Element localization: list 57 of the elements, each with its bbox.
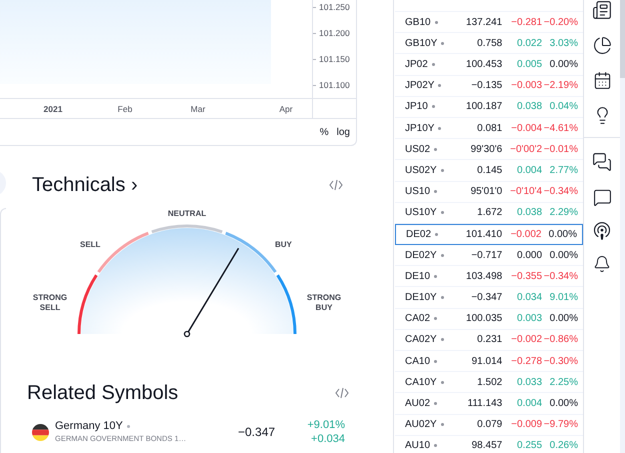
- x-axis-label: Feb: [118, 103, 132, 116]
- flag-icon: [32, 424, 49, 440]
- scrollbar[interactable]: [620, 0, 625, 453]
- strong-buy-segment: [276, 274, 296, 334]
- gauge-label: STRONG SELL: [32, 293, 68, 313]
- pie-chart-icon[interactable]: [592, 36, 612, 55]
- strong-sell-segment: [78, 274, 98, 334]
- buy-segment: [225, 232, 277, 273]
- embed-code-icon[interactable]: [335, 387, 349, 399]
- x-axis-label: Mar: [190, 103, 206, 116]
- watchlist-row[interactable]: AU02Y 0.079 −0.009 −9.79%: [395, 414, 583, 436]
- watchlist-row[interactable]: DE10 103.498 −0.355 −0.34%: [395, 266, 583, 288]
- watchlist-row[interactable]: US02 99'30'6 −0'00'2 −0.01%: [395, 139, 583, 160]
- y-axis-label: 101.250: [319, 0, 350, 14]
- watchlist-row[interactable]: JP02Y −0.135 −0.003 −2.19%: [395, 76, 583, 97]
- watchlist-row[interactable]: GB10 137.241 −0.281 −0.20%: [395, 12, 583, 34]
- watchlist-row[interactable]: CA02 100.035 0.003 0.00%: [395, 308, 583, 330]
- broadcast-icon[interactable]: [592, 221, 612, 241]
- symbol-change: +0.034: [311, 432, 345, 446]
- watchlist-row[interactable]: AU10 98.457 0.255 0.26%: [395, 436, 583, 453]
- gauge-label: STRONG BUY: [306, 293, 342, 313]
- y-axis-label: 101.100: [319, 78, 350, 92]
- watchlist-row[interactable]: US02Y 0.145 0.004 2.77%: [395, 160, 583, 182]
- symbol-last: −0.347: [238, 424, 276, 441]
- watchlist-row[interactable]: US10 95'01'0 −0'10'4 −0.34%: [395, 182, 583, 203]
- watchlist-row[interactable]: JP10 100.187 0.038 0.04%: [395, 96, 583, 118]
- symbol-change-percent: +9.01%: [307, 418, 345, 432]
- watchlist-row[interactable]: US10Y 1.672 0.038 2.29%: [395, 202, 583, 224]
- x-axis-label: Apr: [279, 103, 293, 116]
- scale-toggle[interactable]: log: [336, 124, 350, 140]
- chat-icon[interactable]: [592, 188, 612, 207]
- symbol-name[interactable]: Germany 10Y: [55, 419, 123, 433]
- watchlist-row[interactable]: DE10Y −0.347 0.034 9.01%: [395, 287, 583, 309]
- watchlist-row[interactable]: AU02 111.143 0.004 0.00%: [395, 393, 583, 415]
- technicals-title[interactable]: Technicals ›: [32, 175, 138, 195]
- y-axis-label: 101.150: [319, 52, 350, 66]
- calendar-icon[interactable]: [592, 71, 612, 90]
- related-symbols-title: Related Symbols: [27, 383, 178, 403]
- y-axis-label: 101.200: [319, 26, 350, 40]
- scale-toggle[interactable]: %: [320, 124, 329, 140]
- watchlist-row[interactable]: JP02 100.453 0.005 0.00%: [395, 54, 583, 76]
- watchlist-row[interactable]: CA02Y 0.231 −0.002 −0.86%: [395, 330, 583, 351]
- gauge-label: BUY: [275, 239, 292, 251]
- watchlist-row[interactable]: GB10Y 0.758 0.022 3.03%: [395, 33, 583, 54]
- chats-icon[interactable]: [592, 152, 612, 172]
- watchlist-row[interactable]: JP10Y 0.081 −0.004 −4.61%: [395, 118, 583, 140]
- watchlist-row[interactable]: CA10Y 1.502 0.033 2.25%: [395, 372, 583, 394]
- gauge-label: SELL: [80, 239, 100, 251]
- news-icon[interactable]: [592, 0, 612, 20]
- embed-code-icon[interactable]: [329, 179, 343, 191]
- watchlist-row[interactable]: DE02 101.410 −0.002 0.00%: [395, 224, 583, 246]
- neutral-segment: [151, 224, 223, 234]
- bell-icon[interactable]: [593, 255, 611, 273]
- watchlist-row[interactable]: CA10 91.014 −0.278 −0.30%: [395, 351, 583, 372]
- watchlist-row[interactable]: DE02Y −0.717 0.000 0.00%: [395, 245, 583, 266]
- gauge-label: NEUTRAL: [168, 208, 206, 220]
- x-axis-label: 2021: [44, 103, 62, 116]
